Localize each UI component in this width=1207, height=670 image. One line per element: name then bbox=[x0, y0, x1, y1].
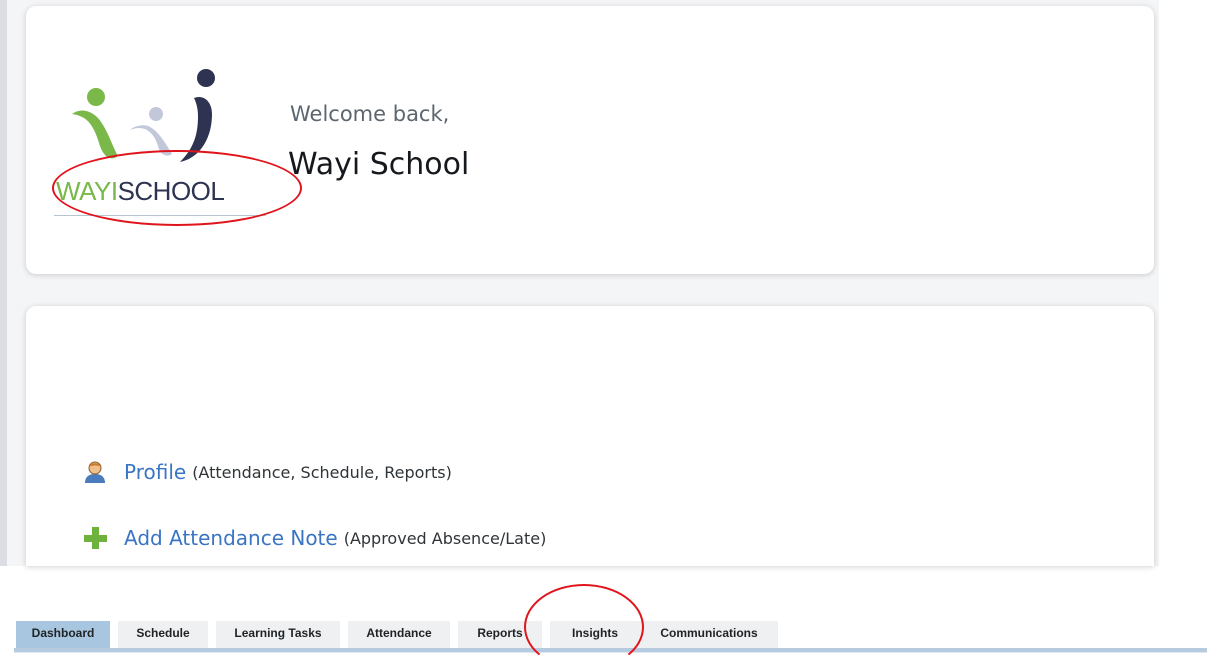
welcome-school-name: Wayi School bbox=[288, 147, 470, 182]
logo-word-wayi: WAYI bbox=[56, 176, 118, 206]
tab-dashboard[interactable]: Dashboard bbox=[16, 621, 110, 648]
person-icon bbox=[82, 459, 108, 485]
logo-word-school: SCHOOL bbox=[117, 176, 225, 206]
tab-reports[interactable]: Reports bbox=[458, 621, 542, 648]
left-border bbox=[0, 0, 7, 566]
tab-schedule[interactable]: Schedule bbox=[118, 621, 208, 648]
welcome-greeting: Welcome back, bbox=[290, 102, 450, 126]
tab-bar-rule bbox=[14, 652, 1207, 653]
school-logo: WAYISCHOOL bbox=[54, 64, 266, 224]
plus-icon bbox=[82, 525, 108, 551]
profile-link-row[interactable]: Profile (Attendance, Schedule, Reports) bbox=[82, 456, 452, 488]
welcome-card: WAYISCHOOL Welcome back, Wayi School bbox=[26, 6, 1154, 274]
tab-learning-tasks[interactable]: Learning Tasks bbox=[216, 621, 340, 648]
tab-insights[interactable]: Insights bbox=[550, 621, 640, 648]
profile-link[interactable]: Profile bbox=[124, 460, 186, 484]
school-logo-wordmark: WAYISCHOOL bbox=[56, 176, 225, 207]
profile-link-detail: (Attendance, Schedule, Reports) bbox=[192, 462, 452, 482]
add-attendance-note-detail: (Approved Absence/Late) bbox=[343, 528, 547, 548]
logo-underline bbox=[54, 215, 266, 216]
add-attendance-note-link[interactable]: Add Attendance Note bbox=[124, 526, 338, 550]
tab-attendance[interactable]: Attendance bbox=[348, 621, 450, 648]
school-logo-mark bbox=[72, 69, 215, 162]
attendance-note-link-row[interactable]: Add Attendance Note (Approved Absence/La… bbox=[82, 522, 546, 554]
quick-links-card: Profile (Attendance, Schedule, Reports) … bbox=[26, 306, 1154, 566]
tab-communications[interactable]: Communications bbox=[640, 621, 778, 648]
